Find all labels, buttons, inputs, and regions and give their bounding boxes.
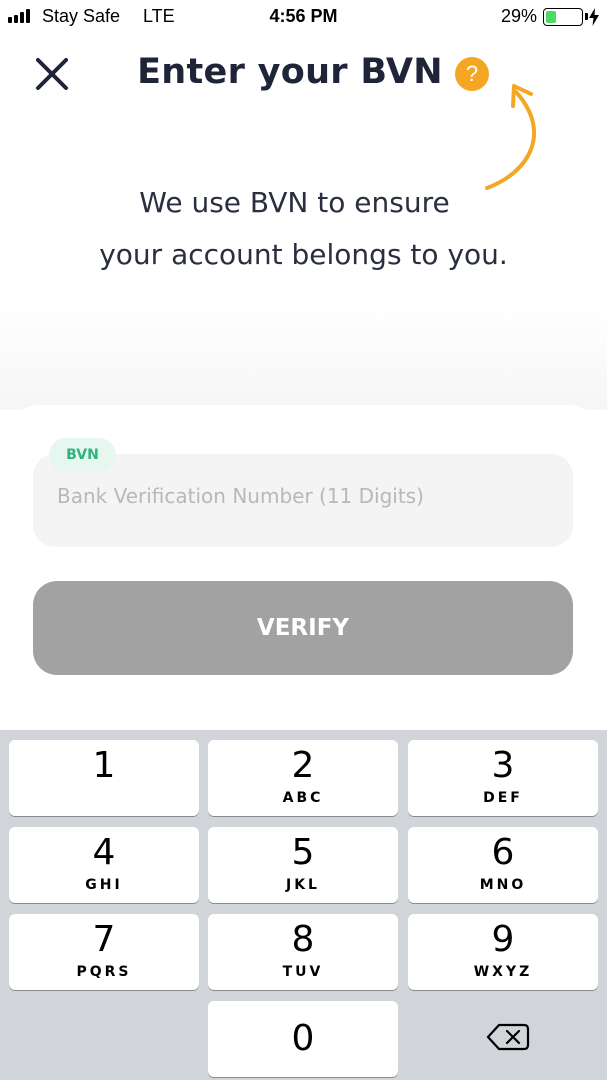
key-digit: 9 [491, 919, 515, 960]
verify-button[interactable]: VERIFY [33, 581, 573, 675]
key-9[interactable]: 9 WXYZ [408, 914, 598, 990]
key-digit: 7 [92, 919, 116, 960]
key-4[interactable]: 4 GHI [9, 827, 199, 903]
description-line-2: your account belongs to you. [99, 238, 508, 271]
key-2[interactable]: 2 ABC [208, 740, 398, 816]
key-digit: 5 [291, 832, 315, 873]
key-letters: JKL [286, 877, 320, 893]
key-digit: 2 [291, 745, 315, 786]
key-5[interactable]: 5 JKL [208, 827, 398, 903]
key-digit: 4 [92, 832, 116, 873]
battery-percent: 29% [500, 6, 537, 26]
key-8[interactable]: 8 TUV [208, 914, 398, 990]
key-digit: 1 [92, 745, 116, 786]
description-line-1: We use BVN to ensure [139, 186, 450, 219]
key-letters: WXYZ [473, 964, 533, 980]
battery-level [546, 11, 556, 23]
hint-arrow-icon [485, 84, 536, 190]
bvn-field-label: BVN [49, 438, 116, 472]
key-digit: 0 [291, 1018, 315, 1059]
key-letters: TUV [282, 964, 324, 980]
bvn-input[interactable] [57, 484, 547, 508]
backspace-icon [486, 1023, 530, 1051]
key-3[interactable]: 3 DEF [408, 740, 598, 816]
key-6[interactable]: 6 MNO [408, 827, 598, 903]
key-0[interactable]: 0 [208, 1001, 398, 1077]
key-digit: 8 [291, 919, 315, 960]
key-letters: DEF [483, 790, 523, 806]
battery-tip [585, 13, 588, 20]
battery-icon [543, 8, 583, 26]
key-letters: PQRS [76, 964, 132, 980]
delete-key[interactable] [408, 1001, 598, 1077]
key-digit: 3 [491, 745, 515, 786]
bvn-field[interactable] [33, 454, 573, 547]
key-digit: 6 [491, 832, 515, 873]
card-shadow [0, 300, 607, 410]
key-letters: ABC [282, 790, 324, 806]
charging-bolt-icon [589, 8, 599, 26]
key-letters: GHI [85, 877, 123, 893]
status-bar: Stay Safe LTE 4:56 PM 29% [0, 0, 607, 34]
key-1[interactable]: 1 [9, 740, 199, 816]
key-letters: MNO [479, 877, 527, 893]
key-7[interactable]: 7 PQRS [9, 914, 199, 990]
